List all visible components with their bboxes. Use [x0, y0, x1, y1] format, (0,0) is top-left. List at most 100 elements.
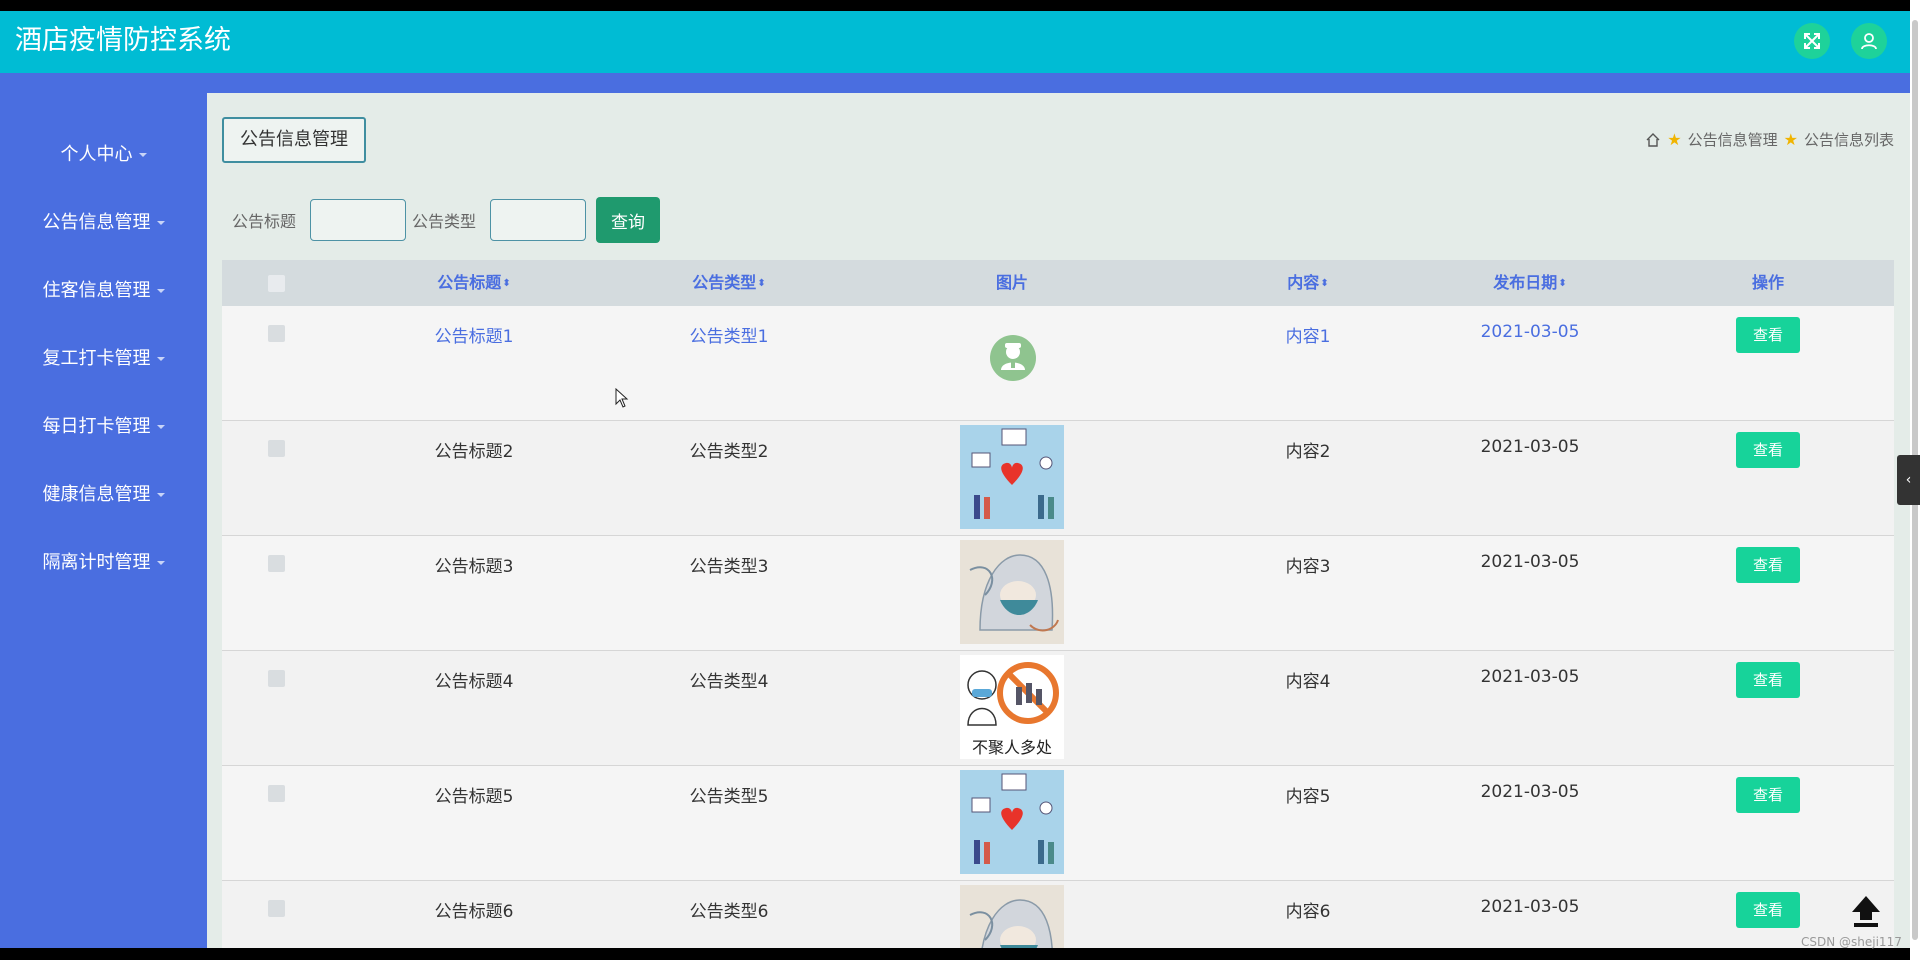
sidebar-item-quarantine[interactable]: 隔离计时管理: [0, 551, 207, 575]
breadcrumb-item[interactable]: 公告信息管理: [1688, 129, 1778, 150]
sidebar-item-return-work[interactable]: 复工打卡管理: [0, 347, 207, 371]
cell-date: 2021-03-05: [1480, 897, 1580, 917]
col-header-image: 图片: [995, 273, 1028, 292]
cell-date: 2021-03-05: [1480, 782, 1580, 802]
cell-date: 2021-03-05: [1480, 322, 1580, 342]
row-checkbox[interactable]: [268, 785, 285, 802]
sidebar-item-daily-checkin[interactable]: 每日打卡管理: [0, 415, 207, 439]
caret-down-icon: [156, 493, 165, 497]
table-row: 公告标题6 公告类型6 内容6 2021-03-05 查看: [222, 881, 1894, 948]
app-title: 酒店疫情防控系统: [15, 25, 231, 56]
medical-worker-sketch-icon: [960, 885, 1064, 948]
col-header-title[interactable]: 公告标题⬍: [399, 260, 549, 306]
sidebar-item-label: 住客信息管理: [42, 280, 151, 301]
cell-image: [960, 310, 1064, 414]
search-type-input[interactable]: [490, 199, 587, 241]
back-to-top-icon[interactable]: [1848, 892, 1884, 928]
expand-icon: [1804, 33, 1820, 49]
col-header-content[interactable]: 内容⬍: [1258, 260, 1358, 306]
caret-down-icon: [156, 561, 165, 565]
cell-date: 2021-03-05: [1480, 552, 1580, 572]
cell-title: 公告标题2: [434, 442, 514, 462]
search-title-input[interactable]: [310, 199, 407, 241]
search-type-label: 公告类型: [412, 212, 477, 231]
cell-image: 不聚人多处: [960, 655, 1064, 759]
cell-content: 内容2: [1285, 442, 1331, 462]
view-button[interactable]: 查看: [1736, 662, 1800, 698]
cell-content: 内容1: [1285, 327, 1331, 347]
sort-icon: ⬍: [757, 277, 766, 289]
star-icon: ★: [1783, 130, 1798, 149]
sidebar-item-label: 每日打卡管理: [42, 416, 151, 437]
row-checkbox[interactable]: [268, 670, 285, 687]
table-row: 公告标题4 公告类型4 不聚人多处 内容4 2021-03-05 查看: [222, 651, 1894, 766]
cell-image: [960, 770, 1064, 874]
cell-date: 2021-03-05: [1480, 667, 1580, 687]
cell-content: 内容4: [1285, 672, 1331, 692]
breadcrumb: ★ 公告信息管理 ★ 公告信息列表: [1645, 129, 1894, 150]
row-checkbox[interactable]: [268, 555, 285, 572]
cell-type: 公告类型6: [689, 902, 769, 922]
view-button[interactable]: 查看: [1736, 777, 1800, 813]
table-row: 公告标题2 公告类型2 内容2 2021-03-05 查看: [222, 421, 1894, 536]
notice-table: 公告标题⬍ 公告类型⬍ 图片 内容⬍ 发布日期⬍ 操作 公告标题1 公告类型1: [222, 260, 1894, 948]
medical-worker-sketch-icon: [960, 540, 1064, 644]
sidebar-item-label: 个人中心: [60, 144, 133, 165]
cell-date: 2021-03-05: [1480, 437, 1580, 457]
caret-down-icon: [156, 425, 165, 429]
fullscreen-button[interactable]: [1794, 23, 1830, 59]
search-title-label: 公告标题: [232, 212, 297, 231]
view-button[interactable]: 查看: [1736, 317, 1800, 353]
caret-down-icon: [156, 289, 165, 293]
cell-content: 内容3: [1285, 557, 1331, 577]
col-header-type[interactable]: 公告类型⬍: [654, 260, 804, 306]
cell-type: 公告类型5: [689, 787, 769, 807]
cell-image: [960, 540, 1064, 644]
page-title-tab[interactable]: 公告信息管理: [222, 117, 366, 163]
table-row: 公告标题3 公告类型3 内容3 2021-03-05 查看: [222, 536, 1894, 651]
user-icon: [1861, 33, 1877, 50]
cell-image: [960, 425, 1064, 529]
home-icon[interactable]: [1645, 132, 1661, 148]
chevron-left-icon: ‹: [1905, 472, 1912, 488]
col-header-action: 操作: [1751, 273, 1784, 292]
breadcrumb-item: 公告信息列表: [1803, 131, 1894, 149]
cell-image: [960, 885, 1064, 948]
row-checkbox[interactable]: [268, 325, 285, 342]
row-checkbox[interactable]: [268, 900, 285, 917]
view-button[interactable]: 查看: [1736, 432, 1800, 468]
caret-down-icon: [156, 221, 165, 225]
sidebar-item-personal-center[interactable]: 个人中心: [0, 143, 207, 167]
cell-type: 公告类型4: [689, 672, 769, 692]
view-button[interactable]: 查看: [1736, 892, 1800, 928]
user-menu-button[interactable]: [1851, 23, 1887, 59]
col-header-date[interactable]: 发布日期⬍: [1465, 260, 1595, 306]
cell-type: 公告类型3: [689, 557, 769, 577]
app-window: 酒店疫情防控系统 个人中心 公告信息管理 住客信息管理 复工打卡管理 每日打卡管…: [0, 11, 1910, 948]
sort-icon: ⬍: [1558, 277, 1567, 289]
query-button[interactable]: 查询: [596, 197, 661, 243]
medical-heart-illustration-icon: [960, 770, 1064, 874]
mouse-cursor-icon: [615, 388, 629, 408]
cell-title: 公告标题5: [434, 787, 514, 807]
main-content: 公告信息管理 ★ 公告信息管理 ★ 公告信息列表 公告标题 公告类型 查询 公告…: [207, 93, 1910, 948]
sidebar-item-guest[interactable]: 住客信息管理: [0, 279, 207, 303]
select-all-checkbox[interactable]: [268, 275, 285, 292]
sort-icon: ⬍: [502, 277, 511, 289]
cell-content: 内容5: [1285, 787, 1331, 807]
view-button[interactable]: 查看: [1736, 547, 1800, 583]
medical-heart-illustration-icon: [960, 425, 1064, 529]
sidebar-item-label: 公告信息管理: [42, 212, 151, 233]
sidebar-item-label: 复工打卡管理: [42, 348, 151, 369]
table-row: 公告标题1 公告类型1 内容1 2021-03-05 查看: [222, 306, 1894, 421]
sidebar-item-notice[interactable]: 公告信息管理: [0, 211, 207, 235]
sidebar-item-health[interactable]: 健康信息管理: [0, 483, 207, 507]
side-panel-toggle[interactable]: ‹: [1897, 455, 1920, 505]
cell-type: 公告类型1: [689, 327, 769, 347]
sidebar-item-label: 隔离计时管理: [42, 552, 151, 573]
row-checkbox[interactable]: [268, 440, 285, 457]
cell-title: 公告标题3: [434, 557, 514, 577]
sidebar-item-label: 健康信息管理: [42, 484, 151, 505]
caret-down-icon: [138, 153, 147, 157]
caret-down-icon: [156, 357, 165, 361]
